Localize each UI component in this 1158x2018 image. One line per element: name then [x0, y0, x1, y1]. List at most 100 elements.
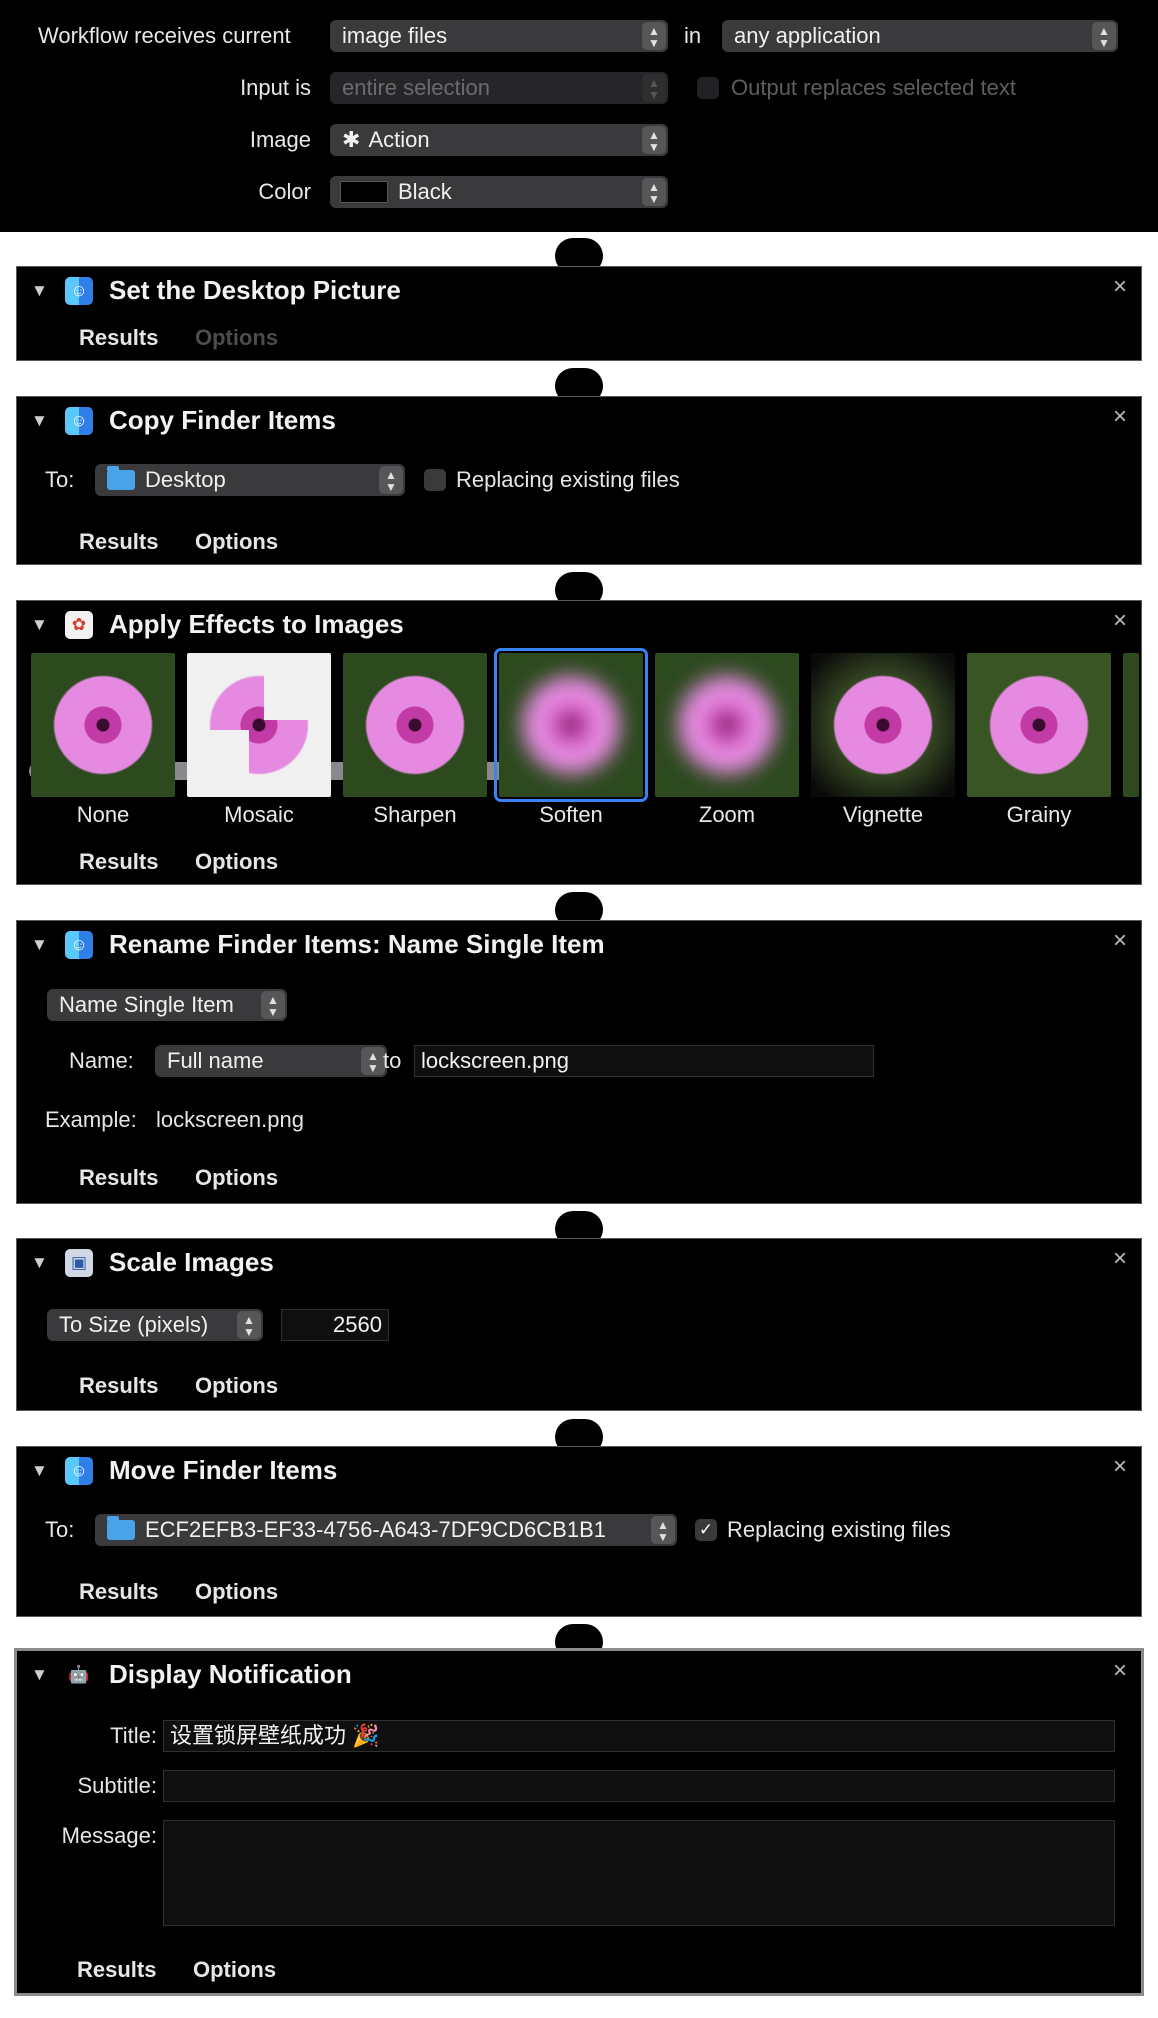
close-icon[interactable]: ×: [1113, 607, 1127, 635]
color-swatch: [340, 181, 388, 203]
output-replaces-label: Output replaces selected text: [731, 75, 1016, 100]
effect-label: Zoom: [698, 802, 756, 827]
close-icon[interactable]: ×: [1113, 1245, 1127, 1273]
close-icon[interactable]: ×: [1113, 403, 1127, 431]
action-rename-finder-items[interactable]: ▼ ☺ Rename Finder Items: Name Single Ite…: [16, 920, 1142, 1204]
stepper-icon: ▲ ▼: [642, 178, 666, 206]
output-replaces-checkbox[interactable]: [697, 77, 719, 99]
action-scale-images[interactable]: ▼ ▣ Scale Images × To Size (pixels) ▲ ▼ 2…: [16, 1238, 1142, 1411]
folder-icon: [107, 1516, 135, 1540]
tab-options[interactable]: Options: [195, 1579, 278, 1605]
folder-icon: [107, 466, 135, 490]
disclosure-triangle-icon[interactable]: ▼: [31, 411, 48, 431]
effect-mosaic-thumbnail[interactable]: [187, 653, 331, 797]
tab-results[interactable]: Results: [79, 1373, 158, 1399]
image-popup[interactable]: ✱ Action ▲ ▼: [330, 124, 668, 156]
disclosure-triangle-icon[interactable]: ▼: [31, 281, 48, 301]
subtitle-label: Subtitle:: [77, 1773, 158, 1798]
rename-mode-popup[interactable]: Name Single Item ▲ ▼: [47, 989, 287, 1021]
gear-icon: ✱: [342, 127, 361, 152]
notification-title-field[interactable]: 设置锁屏壁纸成功 🎉: [163, 1720, 1115, 1752]
stepper-icon: ▲ ▼: [651, 1516, 675, 1544]
replacing-checkbox[interactable]: [424, 469, 446, 491]
checkmark-icon: ✓: [698, 1520, 714, 1539]
tab-results[interactable]: Results: [79, 1165, 158, 1191]
effect-label: Sharpen: [373, 802, 457, 827]
disclosure-triangle-icon[interactable]: ▼: [31, 1253, 48, 1273]
finder-icon: ☺: [65, 931, 93, 959]
tab-results[interactable]: Results: [77, 1957, 156, 1983]
new-name-value: lockscreen.png: [421, 1048, 569, 1073]
tab-options[interactable]: Options: [195, 1373, 278, 1399]
effect-none-thumbnail[interactable]: [31, 653, 175, 797]
stepper-icon: ▲ ▼: [642, 22, 666, 50]
workflow-header: Workflow receives current image files ▲ ▼…: [0, 0, 1158, 232]
flower-image: [187, 653, 331, 797]
photos-icon: ✿: [65, 611, 93, 639]
effect-label: Mosaic: [224, 802, 294, 827]
close-icon[interactable]: ×: [1113, 1657, 1127, 1685]
input-is-value: entire selection: [342, 75, 490, 100]
receives-popup[interactable]: image files ▲ ▼: [330, 20, 668, 52]
notification-message-field[interactable]: [163, 1820, 1115, 1926]
application-popup[interactable]: any application ▲ ▼: [722, 20, 1118, 52]
action-title: Copy Finder Items: [109, 405, 336, 435]
to-label: to: [383, 1048, 402, 1073]
tab-options[interactable]: Options: [195, 529, 278, 555]
new-name-field[interactable]: lockscreen.png: [414, 1045, 874, 1077]
finder-icon: ☺: [65, 407, 93, 435]
color-popup[interactable]: Black ▲ ▼: [330, 176, 668, 208]
flower-image: [655, 653, 799, 797]
action-move-finder-items[interactable]: ▼ ☺ Move Finder Items × To: ECF2EFB3-EF3…: [16, 1446, 1142, 1617]
disclosure-triangle-icon[interactable]: ▼: [31, 1665, 48, 1685]
stepper-icon: ▲ ▼: [237, 1311, 261, 1339]
tab-results[interactable]: Results: [79, 529, 158, 555]
action-apply-effects[interactable]: ▼ ✿ Apply Effects to Images × None Mosai…: [16, 600, 1142, 885]
name-format-popup[interactable]: Full name ▲ ▼: [155, 1045, 387, 1077]
tab-options[interactable]: Options: [193, 1957, 276, 1983]
stepper-icon: ▲ ▼: [261, 991, 285, 1019]
input-is-popup[interactable]: entire selection ▲ ▼: [330, 72, 668, 104]
replacing-checkbox[interactable]: ✓: [695, 1519, 717, 1541]
tab-options[interactable]: Options: [195, 849, 278, 875]
disclosure-triangle-icon[interactable]: ▼: [31, 935, 48, 955]
disclosure-triangle-icon[interactable]: ▼: [31, 615, 48, 635]
stepper-icon: ▲ ▼: [379, 466, 403, 494]
close-icon[interactable]: ×: [1113, 273, 1127, 301]
action-copy-finder-items[interactable]: ▼ ☺ Copy Finder Items × To: Desktop ▲ ▼ R…: [16, 396, 1142, 565]
notification-subtitle-field[interactable]: [163, 1770, 1115, 1802]
action-display-notification[interactable]: ▼ 🤖 Display Notification × Title: 设置锁屏壁纸…: [14, 1648, 1144, 1996]
action-title: Move Finder Items: [109, 1455, 338, 1485]
title-label: Title:: [110, 1723, 157, 1748]
action-set-desktop-picture[interactable]: ▼ ☺ Set the Desktop Picture × Results Op…: [16, 266, 1142, 361]
finder-icon: ☺: [65, 1457, 93, 1485]
finder-icon: ☺: [65, 277, 93, 305]
tab-results[interactable]: Results: [79, 1579, 158, 1605]
flower-image: [31, 653, 175, 797]
effect-vignette-thumbnail[interactable]: [811, 653, 955, 797]
tab-results[interactable]: Results: [79, 325, 158, 351]
close-icon[interactable]: ×: [1113, 1453, 1127, 1481]
tab-results[interactable]: Results: [79, 849, 158, 875]
destination-popup[interactable]: Desktop ▲ ▼: [95, 464, 405, 496]
scale-mode-value: To Size (pixels): [59, 1312, 209, 1337]
receives-label: Workflow receives current: [38, 23, 291, 48]
scale-mode-popup[interactable]: To Size (pixels) ▲ ▼: [47, 1309, 263, 1341]
effect-label: None: [76, 802, 130, 827]
scale-size-field[interactable]: 2560: [281, 1309, 389, 1341]
effect-next-thumbnail[interactable]: [1123, 653, 1139, 797]
replacing-label: Replacing existing files: [456, 467, 680, 492]
effect-soften-thumbnail[interactable]: [494, 648, 648, 802]
effect-grainy-thumbnail[interactable]: [967, 653, 1111, 797]
rename-mode-value: Name Single Item: [59, 992, 234, 1017]
example-value: lockscreen.png: [156, 1107, 304, 1132]
effect-sharpen-thumbnail[interactable]: [343, 653, 487, 797]
effect-label: Grainy: [1006, 802, 1072, 827]
tab-options[interactable]: Options: [195, 325, 278, 351]
destination-popup[interactable]: ECF2EFB3-EF33-4756-A643-7DF9CD6CB1B1 ▲ ▼: [95, 1514, 677, 1546]
scale-size-value: 2560: [333, 1312, 382, 1337]
effect-zoom-thumbnail[interactable]: [655, 653, 799, 797]
close-icon[interactable]: ×: [1113, 927, 1127, 955]
tab-options[interactable]: Options: [195, 1165, 278, 1191]
disclosure-triangle-icon[interactable]: ▼: [31, 1461, 48, 1481]
